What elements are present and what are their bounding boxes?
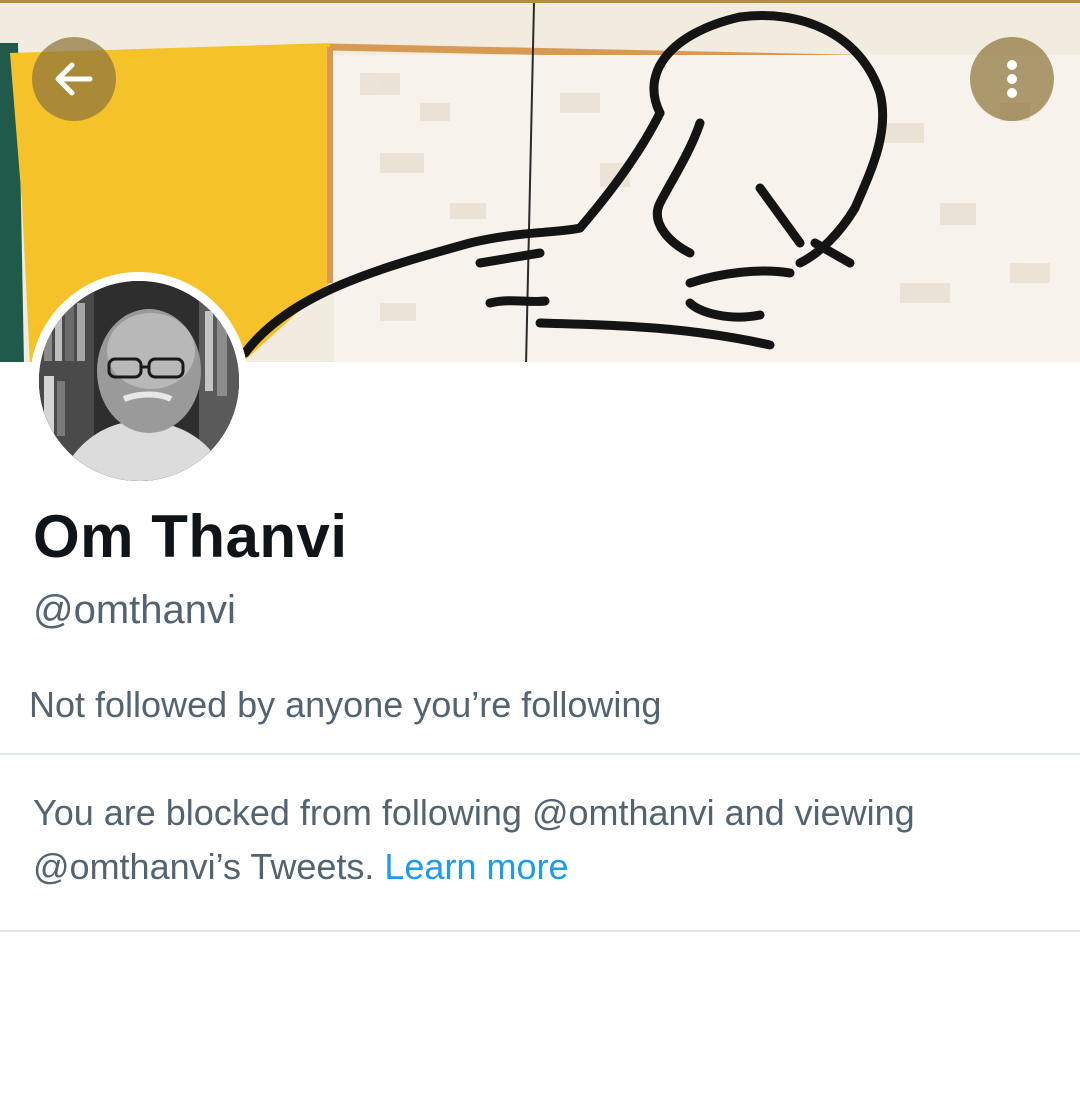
- learn-more-link[interactable]: Learn more: [384, 846, 568, 887]
- divider: [0, 753, 1080, 755]
- display-name: Om Thanvi: [33, 503, 348, 570]
- back-button[interactable]: [32, 37, 116, 121]
- followers-you-know-note[interactable]: Not followed by anyone you’re following: [29, 684, 661, 726]
- person-photo: [39, 281, 239, 481]
- avatar[interactable]: [30, 272, 248, 490]
- arrow-left-icon: [55, 62, 93, 96]
- more-vertical-icon: [1007, 60, 1017, 98]
- profile-handle: @omthanvi: [33, 588, 236, 632]
- blocked-notice-line2: @omthanvi’s Tweets.: [33, 846, 375, 887]
- avatar-image: [39, 281, 239, 481]
- blocked-notice: You are blocked from following @omthanvi…: [33, 786, 1043, 894]
- divider: [0, 930, 1080, 932]
- more-options-button[interactable]: [970, 37, 1054, 121]
- blocked-notice-line1: You are blocked from following @omthanvi…: [33, 792, 915, 833]
